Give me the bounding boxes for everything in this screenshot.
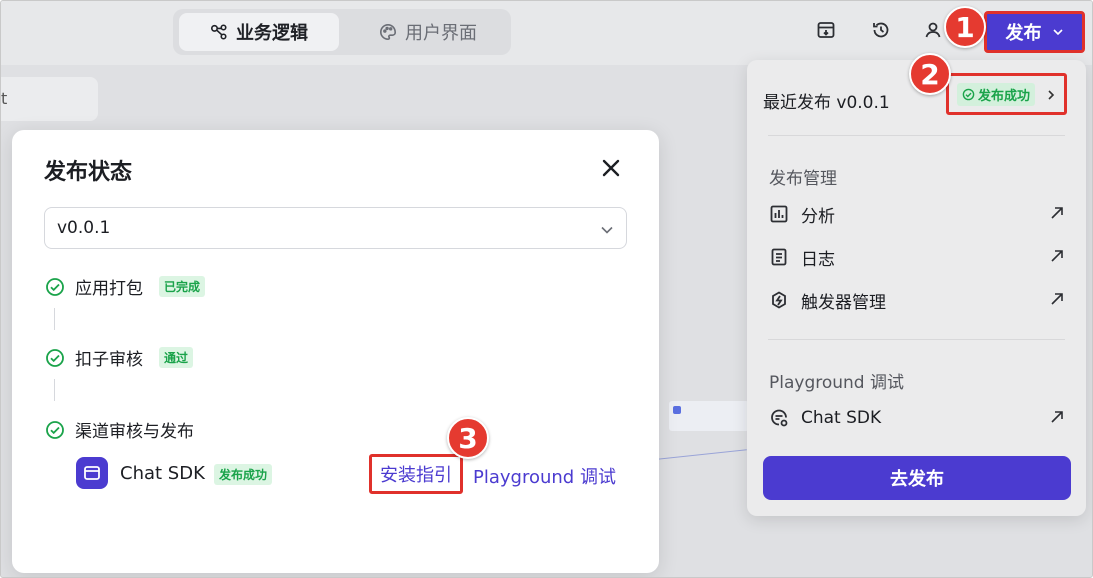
user-icon[interactable] [921,18,945,42]
chat-sdk-app-icon [76,457,108,489]
palette-icon [380,23,397,41]
step-connector [54,308,55,330]
canvas-edge [657,449,747,460]
step-package: 应用打包 已完成 [45,274,206,299]
step-channel-publish: 渠道审核与发布 [45,417,194,442]
menu-item-chat-sdk[interactable]: Chat SDK [769,403,1065,433]
check-circle-icon [962,88,975,100]
tab-business-logic[interactable]: 业务逻辑 [179,13,339,51]
status-badge: 发布成功 [214,464,273,485]
flow-nodes-icon [210,24,227,40]
go-publish-button[interactable]: 去发布 [763,456,1071,500]
step-label: 扣子审核 [75,350,143,370]
check-circle-icon [46,420,64,439]
divider [768,339,1065,340]
divider [768,135,1065,136]
callout-badge: 3 [447,417,489,459]
install-guide-label: 安装指引 [380,465,452,486]
tab-user-interface-label: 用户界面 [405,23,477,44]
recent-publish-status[interactable]: 发布成功 [946,73,1067,115]
version-select-value: v0.0.1 [57,218,111,238]
chat-sdk-icon [771,409,788,427]
trigger-bolt-icon [772,291,786,309]
canvas-node [669,401,749,431]
channel-name: Chat SDK [120,463,205,484]
step-connector [54,379,55,401]
bar-chart-icon [770,205,788,223]
check-circle-icon [46,277,64,296]
external-arrow-icon [1051,207,1063,219]
chevron-down-icon [601,226,613,234]
menu-item-triggers[interactable]: 触发器管理 [769,285,1065,315]
step-review: 扣子审核 通过 [45,345,194,370]
modal-title: 发布状态 [44,160,133,185]
step-label: 渠道审核与发布 [75,422,194,442]
publish-status-modal: 发布状态 v0.0.1 应用打包 已完成 扣子审核 通过 渠道审核与发布 Cha… [12,130,659,573]
publish-dropdown: 最近发布 v0.0.1 发布成功 发布管理 分析 日志 触发器管理 Playgr… [747,60,1086,516]
menu-item-label: 日志 [801,249,835,270]
chevron-down-icon [1052,29,1063,36]
step-label: 应用打包 [75,279,143,299]
chevron-right-icon [1048,90,1055,100]
publish-button[interactable]: 发布 [984,11,1085,53]
history-clock-icon[interactable] [869,18,893,42]
install-guide-link[interactable]: 安装指引 [369,454,463,494]
menu-item-analytics[interactable]: 分析 [769,199,1065,229]
canvas-toolbar-pill: t [1,77,98,121]
status-badge: 发布成功 [957,82,1036,106]
menu-item-logs[interactable]: 日志 [769,242,1065,272]
menu-item-label: 分析 [801,206,835,227]
version-select[interactable]: v0.0.1 [44,207,627,249]
view-switcher: 业务逻辑 用户界面 [173,9,511,55]
status-badge: 通过 [159,347,194,368]
recent-publish-label: 最近发布 v0.0.1 [763,93,890,113]
check-circle-icon [46,348,64,367]
status-badge: 已完成 [159,276,206,297]
tab-user-interface[interactable]: 用户界面 [353,13,503,51]
menu-item-label: 触发器管理 [801,292,886,313]
callout-badge: 2 [909,53,951,95]
close-icon[interactable] [600,157,622,179]
document-icon [771,248,787,266]
menu-item-label: Chat SDK [801,408,882,428]
canvas-pill-text: t [1,89,8,108]
external-arrow-icon [1051,250,1063,262]
external-arrow-icon [1051,293,1063,305]
app-window: 业务逻辑 用户界面 发布 t 发布状态 v0.0.1 应用打包 已完成 扣子审核… [0,0,1093,578]
callout-badge: 1 [944,6,986,48]
external-arrow-icon [1051,411,1063,423]
tab-business-logic-label: 业务逻辑 [236,23,308,44]
section-title-playground: Playground 调试 [769,373,905,393]
archive-box-icon[interactable] [814,18,838,42]
status-badge-text: 发布成功 [978,88,1031,104]
publish-button-label: 发布 [1005,23,1042,44]
section-title-manage: 发布管理 [769,169,837,189]
playground-debug-link[interactable]: Playground 调试 [473,463,616,489]
